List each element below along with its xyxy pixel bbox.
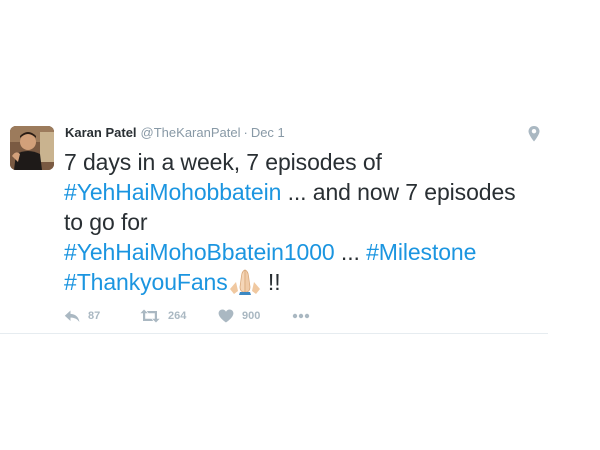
more-icon bbox=[292, 313, 310, 319]
tweet-text-part: ... bbox=[334, 239, 367, 265]
tweet-text: 7 days in a week, 7 episodes of #YehHaiM… bbox=[64, 147, 534, 297]
user-handle[interactable]: @TheKaranPatel bbox=[141, 125, 241, 140]
hashtag-link[interactable]: #YehHaiMohoBbatein1000 bbox=[64, 239, 335, 265]
location-pin-icon[interactable] bbox=[527, 125, 541, 143]
tweet-card[interactable]: Karan Patel @TheKaranPatel · Dec 1 7 days i… bbox=[0, 113, 548, 334]
hashtag-link[interactable]: #ThankyouFans bbox=[64, 269, 228, 295]
tweet-header: Karan Patel @TheKaranPatel · Dec 1 bbox=[65, 125, 285, 141]
display-name[interactable]: Karan Patel bbox=[65, 125, 137, 140]
header-separator: · bbox=[243, 125, 248, 140]
tweet-text-part: !! bbox=[261, 269, 281, 295]
folded-hands-emoji bbox=[228, 269, 262, 295]
avatar[interactable] bbox=[10, 126, 54, 170]
hashtag-link[interactable]: #YehHaiMohobbatein bbox=[64, 179, 281, 205]
heart-icon bbox=[218, 309, 234, 323]
hashtag-link[interactable]: #Milestone bbox=[366, 239, 476, 265]
tweet-date[interactable]: Dec 1 bbox=[251, 125, 285, 140]
reply-icon bbox=[64, 310, 80, 323]
more-button[interactable] bbox=[292, 306, 310, 326]
retweet-count: 264 bbox=[168, 310, 187, 322]
reply-button[interactable]: 87 bbox=[64, 306, 100, 326]
tweet-text-part: 7 days in a week, 7 episodes of bbox=[64, 149, 382, 175]
reply-count: 87 bbox=[88, 310, 101, 322]
like-count: 900 bbox=[242, 310, 261, 322]
like-button[interactable]: 900 bbox=[218, 306, 260, 326]
retweet-button[interactable]: 264 bbox=[140, 306, 186, 326]
retweet-icon bbox=[140, 309, 160, 323]
